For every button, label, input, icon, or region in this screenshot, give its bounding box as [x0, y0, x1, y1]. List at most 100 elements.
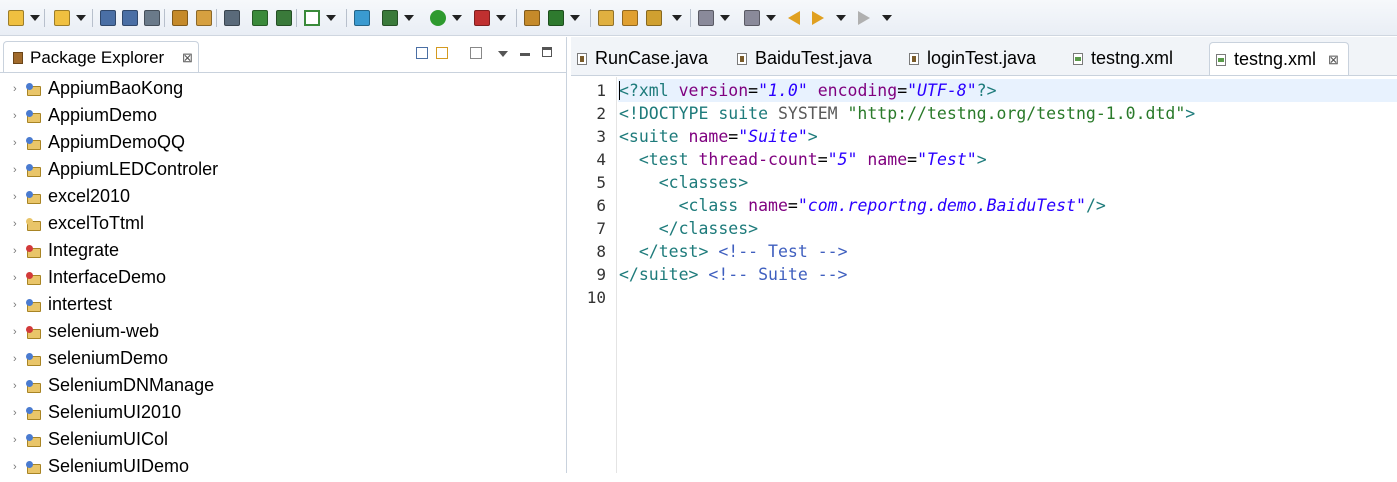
open-folder-icon[interactable] [598, 10, 614, 26]
tree-item-seleniumdnmanage[interactable]: › SeleniumDNManage [0, 374, 560, 401]
save-all-icon[interactable] [122, 10, 138, 26]
editor-tab-runcase-java[interactable]: RunCase.java [571, 42, 731, 75]
git-icon[interactable] [548, 10, 564, 26]
line-number: 1 [596, 81, 606, 100]
tree-item-label: excel2010 [48, 186, 131, 206]
expand-arrow-icon[interactable]: › [13, 461, 17, 473]
expand-arrow-icon[interactable]: › [13, 110, 17, 122]
tree-item-seleniumdemo[interactable]: › seleniumDemo [0, 347, 560, 374]
dropdown-arrow-icon[interactable] [672, 15, 682, 21]
expand-arrow-icon[interactable]: › [13, 218, 17, 230]
toolbar-separator [516, 9, 517, 27]
back-icon[interactable] [788, 11, 800, 25]
code-line[interactable]: </classes> [619, 217, 758, 240]
next-annotation-icon[interactable] [698, 10, 714, 26]
tree-item-intertest[interactable]: › intertest [0, 293, 560, 320]
expand-arrow-icon[interactable]: › [13, 191, 17, 203]
prev-annotation-icon[interactable] [744, 10, 760, 26]
run-external-icon[interactable] [474, 10, 490, 26]
tree-item-appiumledcontroler[interactable]: › AppiumLEDControler [0, 158, 560, 185]
focus-icon[interactable] [470, 47, 482, 59]
external-tools-icon[interactable] [252, 10, 268, 26]
view-menu-icon[interactable] [498, 51, 508, 57]
code-line[interactable]: <test thread-count="5" name="Test"> [619, 148, 987, 171]
editor-tab-testng-xml-active[interactable]: testng.xml ⊠ [1209, 42, 1349, 76]
code-line[interactable]: </test> <!-- Test --> [619, 240, 848, 263]
new-class-icon[interactable] [354, 10, 370, 26]
run-icon[interactable] [430, 10, 446, 26]
tree-item-appiumdemoqq[interactable]: › AppiumDemoQQ [0, 131, 560, 158]
close-icon[interactable]: ⊠ [182, 50, 193, 66]
expand-arrow-icon[interactable]: › [13, 299, 17, 311]
line-number: 2 [596, 104, 606, 123]
code-line[interactable]: <!DOCTYPE suite SYSTEM "http://testng.or… [619, 102, 1195, 125]
new-java-package-icon[interactable] [524, 10, 540, 26]
tree-item-interfacedemo[interactable]: › InterfaceDemo [0, 266, 560, 293]
link-with-editor-icon[interactable] [436, 47, 448, 59]
expand-arrow-icon[interactable]: › [13, 245, 17, 257]
tree-item-selenium-web[interactable]: › selenium-web [0, 320, 560, 347]
editor-tab-logintest-java[interactable]: loginTest.java [903, 42, 1067, 75]
dropdown-arrow-icon[interactable] [452, 15, 462, 21]
dropdown-arrow-icon[interactable] [404, 15, 414, 21]
expand-arrow-icon[interactable]: › [13, 326, 17, 338]
editor-tab-strip: RunCase.java BaiduTest.java loginTest.java… [571, 37, 1397, 76]
tree-item-seleniumuicol[interactable]: › SeleniumUICol [0, 428, 560, 455]
dropdown-arrow-icon[interactable] [836, 15, 846, 21]
skip-breakpoints-icon[interactable] [224, 10, 240, 26]
expand-arrow-icon[interactable]: › [13, 380, 17, 392]
dropdown-arrow-icon[interactable] [882, 15, 892, 21]
code-token: version [678, 81, 749, 100]
tree-item-appiumbaokong[interactable]: › AppiumBaoKong [0, 77, 560, 104]
print-icon[interactable] [144, 10, 160, 26]
tree-item-integrate[interactable]: › Integrate [0, 239, 560, 266]
code-line[interactable]: </suite> <!-- Suite --> [619, 263, 848, 286]
checkmark-icon[interactable] [304, 10, 320, 26]
code-token: <test [638, 150, 699, 169]
run-test-icon[interactable] [276, 10, 292, 26]
open-type-icon[interactable] [172, 10, 188, 26]
maximize-icon[interactable] [542, 47, 552, 57]
editor-tab-testng-xml[interactable]: testng.xml [1067, 42, 1207, 75]
code-line[interactable]: <class name="com.reportng.demo.BaiduTest… [619, 194, 1106, 217]
expand-arrow-icon[interactable]: › [13, 137, 17, 149]
expand-arrow-icon[interactable]: › [13, 434, 17, 446]
dropdown-arrow-icon[interactable] [720, 15, 730, 21]
tree-item-appiumdemo[interactable]: › AppiumDemo [0, 104, 560, 131]
dropdown-arrow-icon[interactable] [496, 15, 506, 21]
expand-arrow-icon[interactable]: › [13, 164, 17, 176]
tree-item-exceltottml[interactable]: › excelToTtml [0, 212, 560, 239]
dropdown-arrow-icon[interactable] [30, 15, 40, 21]
new-project-icon[interactable] [54, 10, 70, 26]
debug-icon[interactable] [382, 10, 398, 26]
forward-nav-icon[interactable] [858, 11, 870, 25]
tree-item-label: SeleniumUIDemo [48, 456, 190, 476]
expand-arrow-icon[interactable]: › [13, 272, 17, 284]
open-file-icon[interactable] [622, 10, 638, 26]
tree-item-excel2010[interactable]: › excel2010 [0, 185, 560, 212]
minimize-icon[interactable] [520, 53, 530, 56]
dropdown-arrow-icon[interactable] [570, 15, 580, 21]
open-resource-icon[interactable] [196, 10, 212, 26]
new-wizard-icon[interactable] [8, 10, 24, 26]
collapse-all-icon[interactable] [416, 47, 428, 59]
dropdown-arrow-icon[interactable] [326, 15, 336, 21]
code-line[interactable]: <?xml version="1.0" encoding="UTF-8"?> [619, 79, 997, 102]
expand-arrow-icon[interactable]: › [13, 407, 17, 419]
code-line[interactable]: <classes> [619, 171, 748, 194]
code-line[interactable]: <suite name="Suite"> [619, 125, 818, 148]
expand-arrow-icon[interactable]: › [13, 353, 17, 365]
save-icon[interactable] [100, 10, 116, 26]
dropdown-arrow-icon[interactable] [76, 15, 86, 21]
search-icon[interactable] [646, 10, 662, 26]
project-folder-icon [26, 434, 42, 448]
package-explorer-tab[interactable]: Package Explorer ⊠ [3, 41, 199, 73]
tree-item-seleniumui2010[interactable]: › SeleniumUI2010 [0, 401, 560, 428]
close-icon[interactable]: ⊠ [1328, 52, 1339, 68]
dropdown-arrow-icon[interactable] [766, 15, 776, 21]
expand-arrow-icon[interactable]: › [13, 83, 17, 95]
tree-item-seleniumuidemo[interactable]: › SeleniumUIDemo [0, 455, 560, 482]
forward-icon[interactable] [812, 11, 824, 25]
editor-tab-baidutest-java[interactable]: BaiduTest.java [731, 42, 903, 75]
tree-item-label: AppiumDemoQQ [48, 132, 186, 152]
